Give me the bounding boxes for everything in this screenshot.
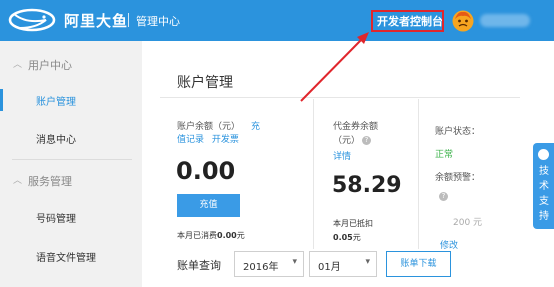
chevron-down-icon: ▾ bbox=[292, 257, 297, 267]
balance-links: 值记录 开发票 bbox=[177, 132, 244, 145]
voucher-used-number: 0.05 bbox=[333, 233, 353, 242]
sidebar-item-label: 账户管理 bbox=[36, 97, 76, 108]
chevron-down-icon: ▾ bbox=[365, 257, 370, 267]
year-select-value: 2016年 bbox=[243, 262, 279, 273]
spent-prefix: 本月已消费 bbox=[177, 231, 217, 240]
voucher-used-value: 0.05元 bbox=[333, 232, 361, 243]
sidebar-item-label: 号码管理 bbox=[36, 214, 76, 225]
spent-value: 0.00 bbox=[217, 231, 237, 240]
bill-download-button[interactable]: 账单下载 bbox=[386, 251, 451, 277]
balance-alert-label: 余额预警： bbox=[435, 173, 481, 183]
bill-query-label: 账单查询 bbox=[177, 259, 221, 272]
brand-subtitle: 管理中心 bbox=[136, 15, 180, 28]
spent-suffix: 元 bbox=[236, 231, 245, 240]
sidebar-group-label: 服务管理 bbox=[28, 175, 72, 188]
invoice-link[interactable]: 开发票 bbox=[212, 135, 239, 145]
month-select-value: 01月 bbox=[318, 262, 341, 273]
balance-amount: 0.00 bbox=[176, 157, 236, 185]
sidebar-group-label: 用户中心 bbox=[28, 59, 72, 72]
account-status-label: 账户状态： bbox=[435, 127, 481, 137]
fish-logo-icon[interactable] bbox=[6, 6, 58, 34]
question-circle-icon[interactable]: ? bbox=[439, 192, 448, 201]
voucher-used-label: 本月已抵扣 bbox=[333, 219, 373, 228]
sidebar-item-label: 消息中心 bbox=[36, 135, 76, 146]
tech-support-label: 技术支持 bbox=[539, 166, 549, 222]
sidebar: ︿ 用户中心 账户管理 消息中心 ︿ 服务管理 号码管理 语音文件管理 bbox=[0, 41, 142, 287]
support-icon bbox=[538, 149, 549, 160]
recharge-record-link-part1[interactable]: 充 bbox=[251, 119, 260, 132]
balance-alert-value: 200 元 bbox=[453, 218, 483, 228]
sidebar-item-label: 语音文件管理 bbox=[36, 253, 96, 264]
annotation-highlight-box bbox=[371, 10, 444, 32]
voucher-detail-link[interactable]: 详情 bbox=[333, 149, 351, 162]
modify-alert-link[interactable]: 修改 bbox=[440, 238, 458, 251]
sidebar-item-message-center[interactable]: 消息中心 bbox=[0, 127, 142, 149]
sidebar-item-voice-file-management[interactable]: 语音文件管理 bbox=[0, 245, 142, 267]
voucher-label-unit: （元）? bbox=[333, 133, 372, 146]
sidebar-group-user-center[interactable]: ︿ 用户中心 bbox=[0, 54, 142, 74]
tech-support-tab[interactable]: 技术支持 bbox=[533, 143, 554, 229]
balance-label: 账户余额（元） bbox=[177, 122, 241, 132]
sidebar-item-account-management[interactable]: 账户管理 bbox=[0, 89, 142, 111]
sidebar-item-number-management[interactable]: 号码管理 bbox=[0, 206, 142, 228]
question-circle-icon[interactable]: ? bbox=[362, 136, 372, 145]
top-header: 阿里大鱼 管理中心 开发者控制台 bbox=[0, 0, 554, 41]
voucher-amount: 58.29 bbox=[332, 173, 402, 198]
voucher-label: 代金券余额 bbox=[333, 122, 379, 132]
month-select[interactable]: 01月 ▾ bbox=[309, 251, 377, 277]
voucher-unit-text: （元） bbox=[333, 136, 361, 146]
username-blurred[interactable] bbox=[480, 14, 530, 27]
account-status-value: 正常 bbox=[435, 150, 454, 160]
column-divider bbox=[313, 99, 314, 249]
column-divider bbox=[418, 99, 419, 249]
chevron-up-icon: ︿ bbox=[13, 60, 23, 70]
chevron-up-icon: ︿ bbox=[13, 176, 23, 186]
brand-divider bbox=[128, 13, 129, 27]
recharge-record-link[interactable]: 值记录 bbox=[177, 135, 204, 145]
voucher-used-suffix: 元 bbox=[352, 233, 361, 242]
title-divider bbox=[160, 97, 520, 98]
sidebar-divider bbox=[12, 159, 132, 160]
active-indicator bbox=[0, 89, 3, 111]
monthly-spent: 本月已消费0.00元 bbox=[177, 230, 245, 241]
page-title: 账户管理 bbox=[177, 75, 233, 91]
avatar-face-icon[interactable] bbox=[452, 10, 474, 32]
sidebar-group-service-management[interactable]: ︿ 服务管理 bbox=[0, 170, 142, 190]
recharge-button[interactable]: 充值 bbox=[177, 194, 240, 217]
brand-name[interactable]: 阿里大鱼 bbox=[64, 10, 128, 31]
year-select[interactable]: 2016年 ▾ bbox=[234, 251, 304, 277]
